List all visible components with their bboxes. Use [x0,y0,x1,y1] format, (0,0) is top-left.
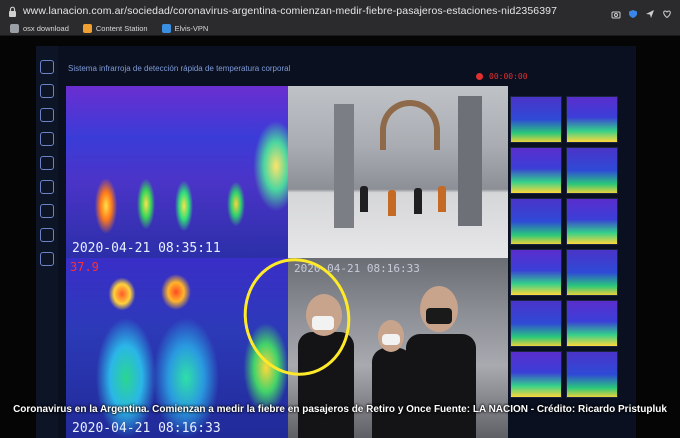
stop-icon [40,132,54,146]
article-photo: Sistema infrarroja de detección rápida d… [0,36,680,438]
pedestrian [360,186,368,212]
folder-icon [40,252,54,266]
station-arch [380,100,440,150]
tools-icon [10,24,19,33]
face-mask [382,334,400,345]
shield-icon[interactable] [628,6,638,18]
bookmark-label: Content Station [95,24,148,33]
thumbnail [510,249,562,296]
thumbnail [510,300,562,347]
bookmark-label: Elvis-VPN [174,24,209,33]
photo-caption: Coronavirus en la Argentina. Comienzan a… [13,404,667,415]
bookmark-label: osx download [23,24,69,33]
address-bar-actions [611,6,672,19]
content-station-icon [82,24,92,33]
recording-toolbar: 00:00:00 [476,72,528,81]
station-pillar [334,104,354,228]
station-pillar [458,96,482,226]
heart-icon[interactable] [662,6,672,19]
url-text[interactable]: www.lanacion.com.ar/sociedad/coronavirus… [23,5,611,17]
timestamp: 2020-04-21 08:35:11 [72,241,221,256]
thumbnail [566,147,618,194]
temperature-reading: 37.9 [70,260,99,274]
camera-icon [40,228,54,242]
thumbnail [510,96,562,143]
monitor-sidebar [36,46,58,438]
thumbnail [566,249,618,296]
pedestrian [388,190,396,216]
timestamp: 2020-04-21 08:16:33 [72,421,221,436]
shield-icon [40,108,54,122]
thermal-monitor-screen: Sistema infrarroja de detección rápida d… [36,46,636,438]
palette-icon [40,180,54,194]
people-icon [40,84,54,98]
send-icon[interactable] [645,6,655,18]
camera-view-top [288,86,508,258]
record-timer: 00:00:00 [489,72,528,81]
thumbnail [510,147,562,194]
bookmark-osx-download[interactable]: osx download [10,24,69,33]
bookmarks-bar: osx download Content Station Elvis-VPN [0,22,680,36]
image-icon [40,60,54,74]
camera-icon[interactable] [611,6,621,19]
record-icon [476,73,483,80]
face-mask [426,308,452,324]
thermal-view-top: 2020-04-21 08:35:11 [66,86,288,258]
pedestrian [438,186,446,212]
grid-icon [40,156,54,170]
bookmark-elvis-vpn[interactable]: Elvis-VPN [161,24,209,33]
pedestrian [414,188,422,214]
thumbnail [566,96,618,143]
thumbnail [510,198,562,245]
elvis-icon [161,24,171,33]
bookmark-content-station[interactable]: Content Station [82,24,148,33]
alpha-icon [40,204,54,218]
thumbnail-grid [510,96,618,438]
system-title: Sistema infrarroja de detección rápida d… [68,64,291,73]
thumbnail [566,198,618,245]
lock-icon [9,6,16,17]
thumbnail [566,300,618,347]
thumbnail [510,351,562,398]
browser-address-bar[interactable]: www.lanacion.com.ar/sociedad/coronavirus… [0,0,680,22]
person-suit [406,334,476,438]
thumbnail [566,351,618,398]
